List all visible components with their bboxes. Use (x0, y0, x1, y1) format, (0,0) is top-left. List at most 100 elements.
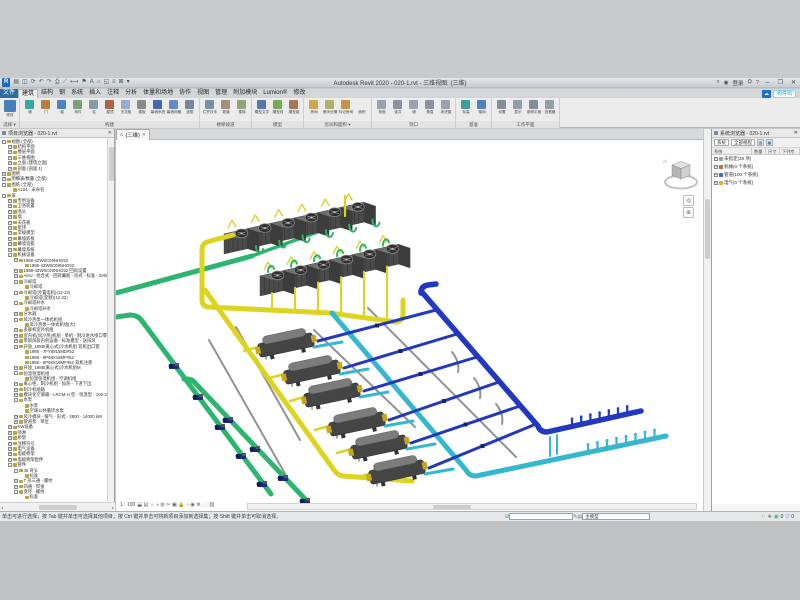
expander-icon[interactable]: + (8, 242, 12, 246)
expander-icon[interactable]: + (14, 479, 18, 483)
tree-item[interactable]: 标准 (0, 495, 107, 500)
expander-icon[interactable]: + (2, 172, 6, 176)
tab-修改[interactable]: 修改 (290, 89, 308, 98)
aligned-dimension-icon[interactable]: ⟷ (70, 78, 79, 87)
steering-wheel-icon[interactable]: ◎ (683, 195, 694, 206)
expander-icon[interactable]: + (8, 458, 12, 462)
tool-标记房间[interactable]: 标记房间 (338, 99, 353, 115)
system-row[interactable]: +电气(0 个系统) (712, 179, 800, 187)
tool-竖梃[interactable]: 竖梃 (182, 99, 197, 115)
expander-icon[interactable]: + (714, 173, 718, 177)
constraints-icon[interactable]: ⛓ (209, 502, 215, 508)
visual-style-icon[interactable]: ▤ (144, 502, 149, 508)
expander-icon[interactable]: - (2, 194, 6, 198)
expander-icon[interactable]: + (14, 366, 18, 370)
cloud-plugin-icon[interactable]: ☁ (762, 90, 771, 98)
revit-menu-icon[interactable]: R (2, 78, 10, 87)
tab-管理[interactable]: 管理 (212, 89, 230, 98)
tool-房间分隔[interactable]: 房间分隔 (322, 99, 337, 115)
tab-系统[interactable]: 系统 (68, 89, 86, 98)
sun-path-icon[interactable]: ☼ (150, 502, 155, 508)
project-browser-hscrollbar[interactable]: ◂▸ (0, 502, 115, 511)
tool-面积[interactable]: 面积 (354, 99, 369, 115)
tool-老虎窗[interactable]: 老虎窗 (438, 99, 453, 115)
expander-icon[interactable]: - (14, 318, 18, 322)
expander-icon[interactable]: - (14, 469, 18, 473)
expander-icon[interactable]: + (8, 210, 12, 214)
displaced-elements-icon[interactable]: ⬚ (202, 502, 207, 508)
temporary-view-properties-icon[interactable]: ⚙ (196, 502, 200, 508)
system-row[interactable]: +机械(0 个系统) (712, 163, 800, 171)
tab-Lumion®[interactable]: Lumion® (260, 89, 290, 98)
tool-模型文字[interactable]: 模型文字 (254, 99, 269, 115)
crop-region-icon[interactable]: ▣ (172, 502, 177, 508)
tab-协作[interactable]: 协作 (176, 89, 194, 98)
drawing-area[interactable]: ⌂ {三维} ✕ (116, 129, 703, 511)
tool-模型线[interactable]: 模型线 (270, 99, 285, 115)
expander-icon[interactable]: - (14, 490, 18, 494)
tool-显示[interactable]: 显示 (510, 99, 525, 115)
expander-icon[interactable]: + (8, 452, 12, 456)
expander-icon[interactable]: + (8, 447, 12, 451)
expander-icon[interactable]: + (14, 415, 18, 419)
expander-icon[interactable]: + (14, 334, 18, 338)
tab-结构[interactable]: 结构 (38, 89, 56, 98)
sign-in-button[interactable]: 登录 (733, 79, 744, 87)
project-browser-vscrollbar[interactable] (107, 139, 114, 501)
tool-修改[interactable]: 修改 (2, 99, 17, 118)
expander-icon[interactable]: - (14, 345, 18, 349)
expander-icon[interactable]: + (8, 237, 12, 241)
system-row[interactable]: +管道(100 个系统) (712, 171, 800, 179)
tree-item[interactable]: +模块化空调箱 - LRCM-H 型 - 恒温型 - 100-375-CM… (0, 392, 107, 397)
active-workset-box[interactable] (509, 513, 573, 520)
viewcube[interactable]: ⌂ (663, 159, 697, 189)
project-browser-close-icon[interactable]: ✕ (108, 130, 112, 136)
tool-按面[interactable]: 按面 (374, 99, 389, 115)
tool-墙[interactable]: 墙 (406, 99, 421, 115)
expander-icon[interactable]: + (714, 165, 718, 169)
tab-分析[interactable]: 分析 (122, 89, 140, 98)
column-settings-icon[interactable]: ▦ (766, 139, 773, 146)
minimize-button[interactable]: ─ (763, 80, 772, 86)
zoom-icon[interactable]: ⊕ (683, 207, 694, 218)
tab-体量和场地[interactable]: 体量和场地 (140, 89, 176, 98)
tool-标高[interactable]: 标高 (458, 99, 473, 115)
tree-item[interactable]: +AHU - 组合式 - 回转翼板 - 形式 - 标准 - 2000 - 100… (0, 274, 107, 279)
system-filter-dropdown[interactable]: 系统 (714, 139, 729, 146)
tab-文件[interactable]: 文件 (0, 89, 18, 98)
detail-level-icon[interactable]: ⬓ (137, 502, 142, 508)
expander-icon[interactable]: - (8, 253, 12, 257)
model-viewport[interactable]: ⌂ (116, 140, 703, 511)
tab-视图[interactable]: 视图 (194, 89, 212, 98)
default-3d-view-icon[interactable]: ⌂ (97, 78, 101, 87)
restore-button[interactable]: ❐ (776, 79, 785, 86)
expander-icon[interactable]: + (14, 328, 18, 332)
tool-栏杆扶手[interactable]: 栏杆扶手 (202, 99, 217, 115)
canvas-hscrollbar[interactable] (247, 503, 697, 510)
expander-icon[interactable]: + (8, 150, 12, 154)
tab-建筑[interactable]: 建筑 (18, 89, 38, 98)
canvas-vscrollbar[interactable] (703, 129, 711, 511)
chiller-unit[interactable] (299, 376, 365, 412)
expander-icon[interactable]: + (14, 485, 18, 489)
expander-icon[interactable]: + (8, 436, 12, 440)
tool-柱[interactable]: 柱 (86, 99, 101, 115)
expander-icon[interactable]: - (14, 398, 18, 402)
measure-icon[interactable]: ⟋ (63, 78, 67, 87)
selection-filter-icon[interactable]: ▽ (785, 514, 789, 520)
print-icon[interactable]: ⎙ (55, 78, 60, 87)
section-icon[interactable]: ◱ (103, 78, 109, 87)
expander-icon[interactable]: + (8, 226, 12, 230)
customize-qat-icon[interactable]: ▾ (127, 78, 130, 87)
tag-by-category-icon[interactable]: ⚑ (81, 78, 86, 87)
expander-icon[interactable]: + (14, 258, 18, 262)
view-tab-3d[interactable]: ⌂ {三维} ✕ (116, 129, 150, 140)
undo-icon[interactable]: ↶ (39, 78, 44, 87)
tool-屋顶[interactable]: 屋顶 (102, 99, 117, 115)
tool-模型组[interactable]: 模型组 (286, 99, 301, 115)
tree-item[interactable]: +风冷模块 - 暖气 - 形式 - 2800 - 14000 kW (0, 414, 107, 419)
expander-icon[interactable]: + (8, 204, 12, 208)
cooling-tower[interactable] (260, 262, 295, 296)
view-tab-close-icon[interactable]: ✕ (142, 132, 146, 138)
search-icon[interactable]: ⌕ (717, 79, 720, 86)
